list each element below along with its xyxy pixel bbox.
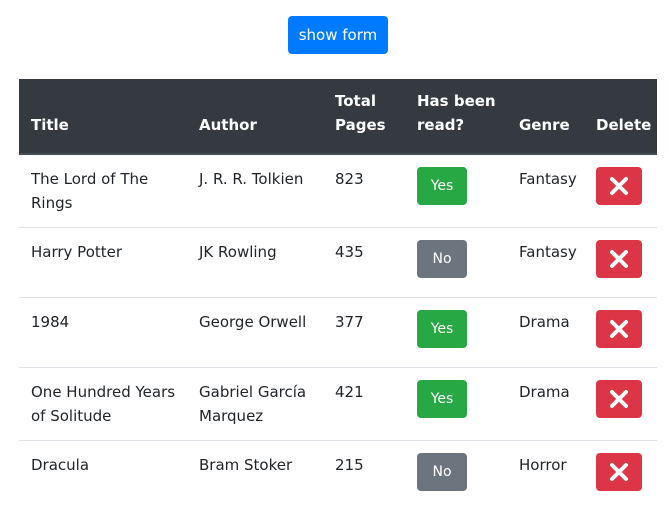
book-pages-cell: 823 [323,154,405,228]
column-header-read: Has been read? [405,79,507,154]
book-read-cell: Yes [405,154,507,228]
book-genre-cell: Drama [507,368,584,441]
book-genre-cell: Horror [507,441,584,510]
column-header-pages: Total Pages [323,79,405,154]
close-icon [609,319,629,339]
column-header-delete: Delete [584,79,657,154]
column-header-genre: Genre [507,79,584,154]
book-pages-cell: 435 [323,228,405,298]
book-author-cell: George Orwell [187,298,323,368]
book-genre-cell: Fantasy [507,228,584,298]
delete-button[interactable] [596,453,642,491]
book-read-cell: No [405,228,507,298]
table-row: The Lord of The RingsJ. R. R. Tolkien823… [19,154,657,228]
table-row: 1984George Orwell377 Yes Drama [19,298,657,368]
book-author-cell: JK Rowling [187,228,323,298]
close-icon [609,249,629,269]
table-row: DraculaBram Stoker215 No Horror [19,441,657,510]
read-status-toggle-button[interactable]: Yes [417,167,467,205]
book-pages-cell: 377 [323,298,405,368]
book-title-cell: The Lord of The Rings [19,154,187,228]
table-body: The Lord of The RingsJ. R. R. Tolkien823… [19,154,657,510]
table-row: Harry PotterJK Rowling435 No Fantasy [19,228,657,298]
book-read-cell: No [405,441,507,510]
show-form-button[interactable]: show form [288,16,388,54]
book-delete-cell [584,368,657,441]
book-title-cell: Dracula [19,441,187,510]
book-delete-cell [584,441,657,510]
book-title-cell: 1984 [19,298,187,368]
book-delete-cell [584,154,657,228]
read-status-toggle-button[interactable]: No [417,240,467,278]
book-title-cell: Harry Potter [19,228,187,298]
close-icon [609,462,629,482]
book-genre-cell: Fantasy [507,154,584,228]
table-header: Title Author Total Pages Has been read? … [19,79,657,154]
book-delete-cell [584,298,657,368]
read-status-toggle-button[interactable]: No [417,453,467,491]
table-row: One Hundred Years of SolitudeGabriel Gar… [19,368,657,441]
book-read-cell: Yes [405,298,507,368]
delete-button[interactable] [596,167,642,205]
book-read-cell: Yes [405,368,507,441]
read-status-toggle-button[interactable]: Yes [417,380,467,418]
book-genre-cell: Drama [507,298,584,368]
book-author-cell: Bram Stoker [187,441,323,510]
book-delete-cell [584,228,657,298]
read-status-toggle-button[interactable]: Yes [417,310,467,348]
book-author-cell: J. R. R. Tolkien [187,154,323,228]
column-header-title: Title [19,79,187,154]
delete-button[interactable] [596,380,642,418]
books-table: Title Author Total Pages Has been read? … [19,79,657,510]
close-icon [609,176,629,196]
column-header-author: Author [187,79,323,154]
book-title-cell: One Hundred Years of Solitude [19,368,187,441]
delete-button[interactable] [596,310,642,348]
delete-button[interactable] [596,240,642,278]
close-icon [609,389,629,409]
book-pages-cell: 421 [323,368,405,441]
book-author-cell: Gabriel García Marquez [187,368,323,441]
book-pages-cell: 215 [323,441,405,510]
